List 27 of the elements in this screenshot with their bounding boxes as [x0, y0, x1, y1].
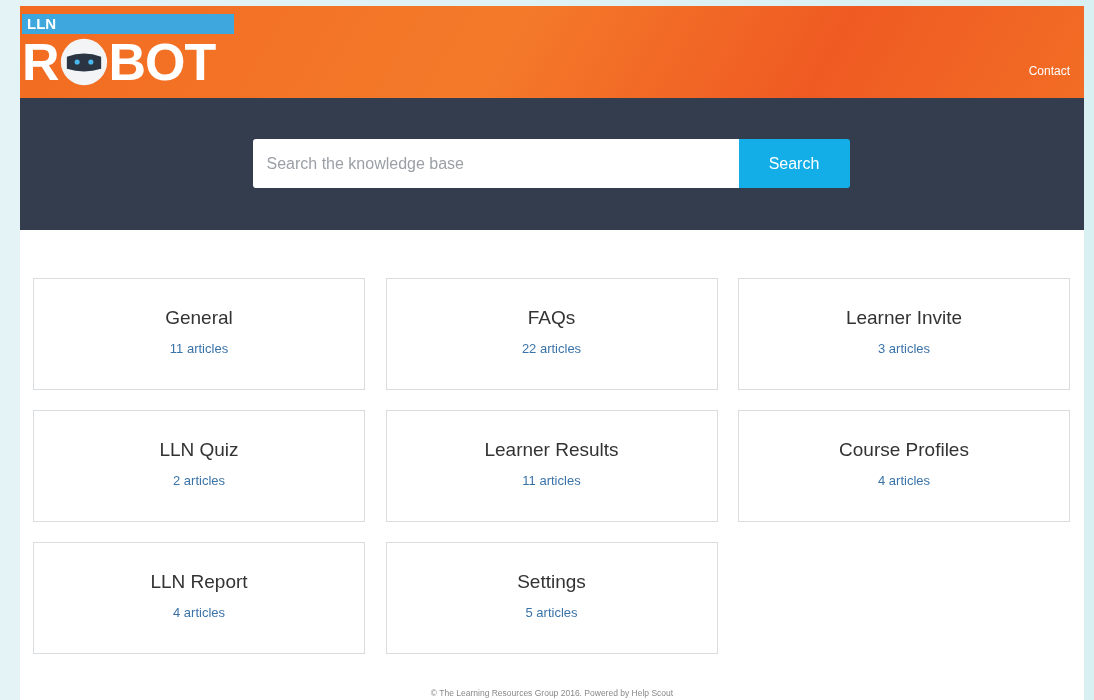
article-count: 4 articles	[878, 473, 930, 488]
article-count: 3 articles	[878, 341, 930, 356]
category-title: General	[165, 307, 233, 329]
article-count: 2 articles	[173, 473, 225, 488]
category-title: Learner Invite	[845, 307, 963, 329]
article-count: 22 articles	[521, 341, 582, 356]
article-count: 4 articles	[173, 605, 225, 620]
article-count: 11 articles	[522, 473, 581, 488]
category-card[interactable]: FAQs 22 articles	[385, 278, 718, 390]
footer-text: © The Learning Resources Group 2016. Powered by Help Scout	[430, 688, 674, 699]
category-card[interactable]: LLN Quiz 2 articles	[33, 410, 365, 522]
category-title: Settings	[517, 571, 586, 593]
category-card[interactable]: Learner Results 11 articles	[385, 410, 718, 522]
category-title: FAQs	[527, 307, 576, 329]
category-card[interactable]: Learner Invite 3 articles	[738, 278, 1070, 390]
category-card[interactable]: General 11 articles	[33, 278, 365, 390]
article-count: 11 articles	[169, 341, 229, 356]
category-title: Learner Results	[484, 439, 619, 461]
robot-head-icon	[59, 38, 108, 86]
category-card[interactable]: LLN Report 4 articles	[33, 542, 365, 654]
category-title: Course Profiles	[839, 439, 969, 461]
search-field[interactable]: Search the knowledge base	[252, 139, 739, 188]
category-card[interactable]: Course Profiles 4 articles	[738, 410, 1070, 522]
category-card[interactable]: Settings 5 articles	[385, 542, 718, 654]
article-count: 5 articles	[525, 605, 578, 620]
category-title: LLN Report	[150, 571, 248, 593]
category-title: LLN Quiz	[159, 439, 239, 461]
